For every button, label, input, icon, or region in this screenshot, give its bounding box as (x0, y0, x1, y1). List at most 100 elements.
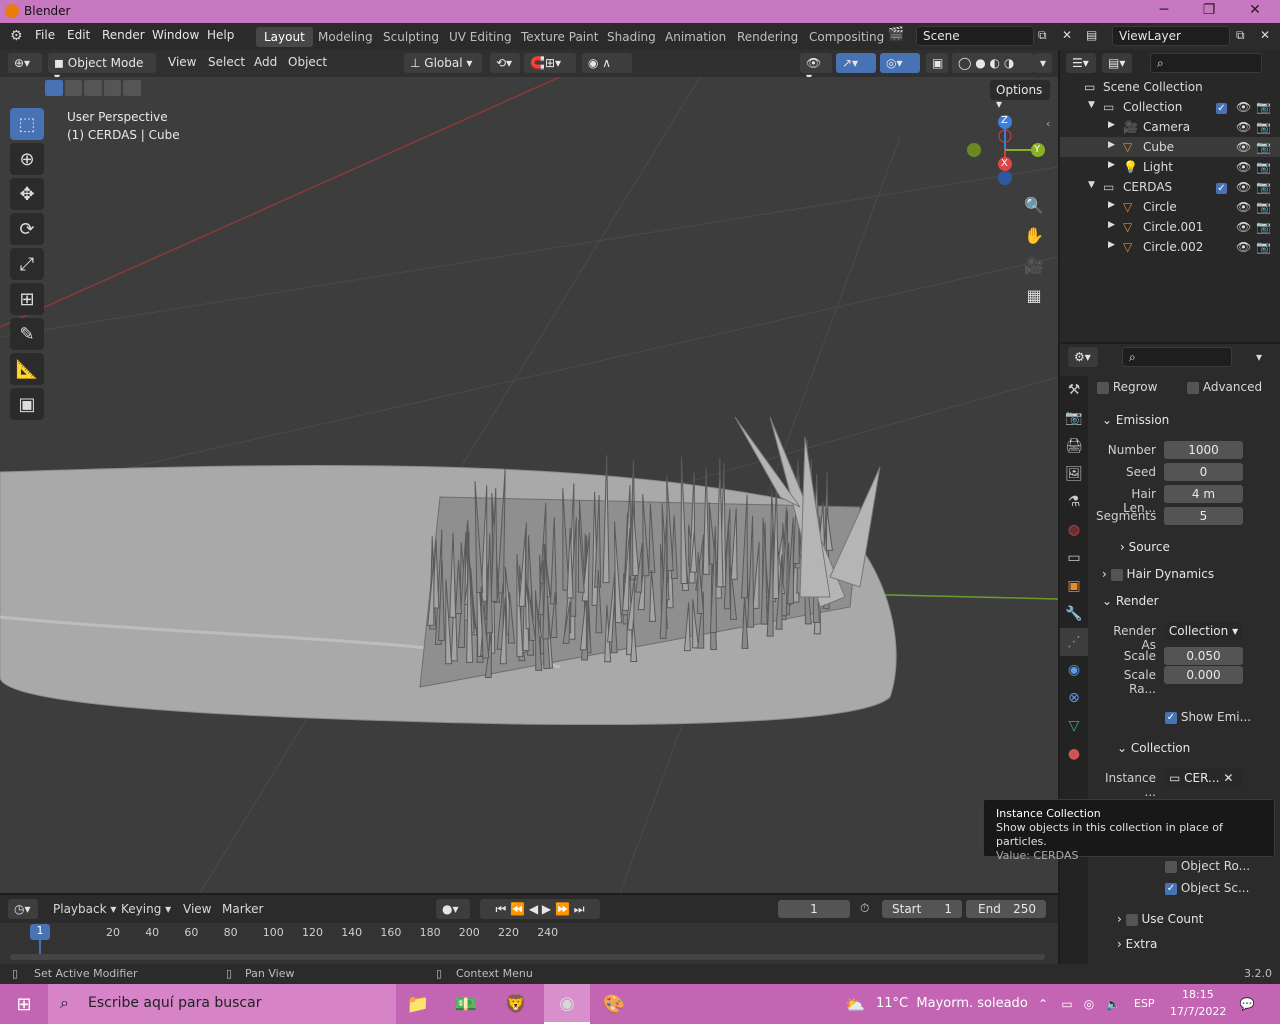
options-dropdown[interactable]: Options ▾ (990, 80, 1050, 111)
use-count-subpanel[interactable]: › Use Count (1117, 912, 1203, 926)
object-scale-checkbox[interactable]: ✓ Object Sc... (1165, 881, 1249, 895)
outliner-row-collection[interactable]: ▼ ▭ Collection ✓ 👁 📷 (1060, 97, 1280, 117)
regrow-check[interactable] (1097, 381, 1109, 394)
scene-tab-icon[interactable]: ⚗ (1060, 488, 1088, 516)
outliner-editor-type[interactable]: ☰▾ (1066, 53, 1096, 73)
menu-file[interactable]: File (35, 28, 55, 42)
scale-field[interactable]: 0.050 (1164, 647, 1243, 665)
clock-date[interactable]: 17/7/2022 (1170, 1005, 1226, 1018)
end-frame-field[interactable]: End 250 (966, 900, 1046, 918)
number-field[interactable]: 1000 (1164, 441, 1243, 459)
properties-editor-type[interactable]: ⚙▾ (1068, 347, 1098, 367)
weather-text[interactable]: 11°C Mayorm. soleado (876, 996, 1028, 1011)
outliner-row-cube[interactable]: ▶ ▽ Cube 👁 📷 (1060, 137, 1280, 157)
eye-icon[interactable]: 👁 (1236, 100, 1251, 114)
selection-mode-buttons[interactable] (45, 80, 141, 98)
show-emitter-checkbox[interactable]: ✓ Show Emi... (1165, 710, 1251, 724)
app-icon-money[interactable]: 💵 (448, 984, 484, 1024)
shading-modes[interactable]: ◯ ● ◐ ◑ (952, 53, 1034, 73)
windows-start-icon[interactable]: ⊞ (0, 984, 48, 1024)
emission-section-header[interactable]: ⌄ Emission (1102, 413, 1169, 427)
close-icon[interactable]: ✕ (1235, 2, 1275, 18)
blender-menu-icon[interactable]: ⚙ (10, 28, 23, 44)
physics-tab-icon[interactable]: ◉ (1060, 656, 1088, 684)
rotate-icon[interactable]: ⟳ (10, 213, 44, 245)
properties-search-input[interactable]: ⌕ (1122, 347, 1232, 367)
select-box-icon[interactable]: ⬚ (10, 108, 44, 140)
delete-scene-icon[interactable]: ✕ (1062, 28, 1072, 42)
instance-collection-field[interactable]: ▭ CER... ✕ (1164, 769, 1243, 787)
device-icon[interactable]: ▭ (1058, 984, 1076, 1024)
view-layer-icon[interactable]: ▤ (1086, 28, 1097, 42)
measure-icon[interactable]: 📐 (10, 353, 44, 385)
menu-render[interactable]: Render (102, 28, 145, 42)
use-count-check[interactable] (1125, 913, 1138, 926)
auto-keying-button[interactable]: ●▾ (436, 899, 470, 919)
render-section-header[interactable]: ⌄ Render (1102, 594, 1159, 608)
header-menu-view[interactable]: View (168, 55, 196, 69)
seed-field[interactable]: 0 (1164, 463, 1243, 481)
hair-length-field[interactable]: 4 m (1164, 485, 1243, 503)
minimize-icon[interactable]: ─ (1144, 2, 1184, 18)
outliner-display-mode[interactable]: ▤▾ (1102, 53, 1132, 73)
segments-field[interactable]: 5 (1164, 507, 1243, 525)
material-tab-icon[interactable]: ● (1060, 740, 1088, 768)
modifier-tab-icon[interactable]: 🔧 (1060, 600, 1088, 628)
editor-type-button[interactable]: ⊕▾ (8, 53, 42, 73)
visibility-dropdown[interactable]: 👁▾ (800, 53, 832, 84)
blender-taskbar-icon[interactable]: ◉ (544, 984, 590, 1024)
tab-sculpting[interactable]: Sculpting (375, 27, 447, 47)
move-icon[interactable]: ✥ (10, 178, 44, 210)
clock-time[interactable]: 18:15 (1182, 988, 1214, 1001)
chevron-right-icon[interactable]: ▶ (1108, 220, 1115, 230)
header-menu-add[interactable]: Add (254, 55, 277, 69)
overlay-toggle[interactable]: ◎▾ (880, 53, 920, 73)
maximize-icon[interactable]: ❐ (1189, 2, 1229, 18)
pan-hand-icon[interactable]: ✋ (1021, 222, 1047, 248)
timeline-editor-type[interactable]: ◷▾ (8, 899, 38, 919)
orientation-dropdown[interactable]: ⊥ Global ▾ (404, 53, 482, 73)
current-frame-field[interactable]: 1 (778, 900, 850, 918)
scene-field[interactable]: Scene (916, 26, 1034, 46)
pivot-dropdown[interactable]: ⟲▾ (490, 53, 520, 73)
collection-subpanel[interactable]: ⌄ Collection (1117, 741, 1190, 755)
network-icon[interactable]: ◎ (1080, 984, 1098, 1024)
outliner-scene-collection[interactable]: ▭ Scene Collection (1060, 77, 1280, 97)
new-view-layer-icon[interactable]: ⧉ (1236, 28, 1245, 43)
advanced-check[interactable] (1187, 381, 1199, 394)
chevron-down-icon[interactable]: ▼ (1088, 180, 1095, 190)
menu-keying[interactable]: Keying ▾ (121, 902, 171, 916)
chevron-up-icon[interactable]: ⌃ (1034, 984, 1052, 1024)
outliner-row-cerdas[interactable]: ▼ ▭ CERDAS ✓ 👁 📷 (1060, 177, 1280, 197)
start-frame-field[interactable]: Start 1 (882, 900, 962, 918)
regrow-checkbox[interactable]: Regrow (1097, 380, 1157, 394)
menu-window[interactable]: Window (152, 28, 199, 42)
select-extend-icon[interactable] (64, 80, 83, 96)
outliner-row-light[interactable]: ▶ 💡 Light 👁 📷 (1060, 157, 1280, 177)
chevron-right-icon[interactable]: ▶ (1108, 140, 1115, 150)
render-camera-icon[interactable]: 📷 (1256, 200, 1271, 214)
proportional-edit-button[interactable]: ◉ ∧ (582, 53, 632, 73)
show-emitter-check[interactable]: ✓ (1165, 711, 1177, 724)
chevron-right-icon[interactable]: ▶ (1108, 120, 1115, 130)
outliner-row-circle-001[interactable]: ▶ ▽ Circle.001 👁 📷 (1060, 217, 1280, 237)
clear-icon[interactable]: ✕ (1223, 771, 1233, 785)
header-menu-object[interactable]: Object (288, 55, 327, 69)
render-camera-icon[interactable]: 📷 (1256, 120, 1271, 134)
collapse-sidebar-icon[interactable]: ‹ (1046, 117, 1050, 130)
shading-dropdown[interactable]: ▾ (1034, 53, 1052, 73)
outliner-row-circle[interactable]: ▶ ▽ Circle 👁 📷 (1060, 197, 1280, 217)
properties-options-icon[interactable]: ▾ (1256, 350, 1262, 364)
timeline-scrollbar[interactable] (10, 954, 1045, 960)
zoom-icon[interactable]: 🔍 (1021, 192, 1047, 218)
eye-icon[interactable]: 👁 (1236, 160, 1251, 174)
menu-help[interactable]: Help (207, 28, 234, 42)
select-subtract-icon[interactable] (84, 80, 102, 96)
object-scale-check[interactable]: ✓ (1165, 882, 1177, 895)
file-explorer-icon[interactable]: 📁 (400, 984, 436, 1024)
select-intersect-icon[interactable] (123, 80, 141, 96)
particles-tab-icon[interactable]: ⋰ (1060, 628, 1088, 656)
render-camera-icon[interactable]: 📷 (1256, 140, 1271, 154)
tab-uv-editing[interactable]: UV Editing (441, 27, 520, 47)
playback-controls[interactable]: ⏮ ⏪ ◀ ▶ ⏩ ⏭ (480, 899, 600, 919)
